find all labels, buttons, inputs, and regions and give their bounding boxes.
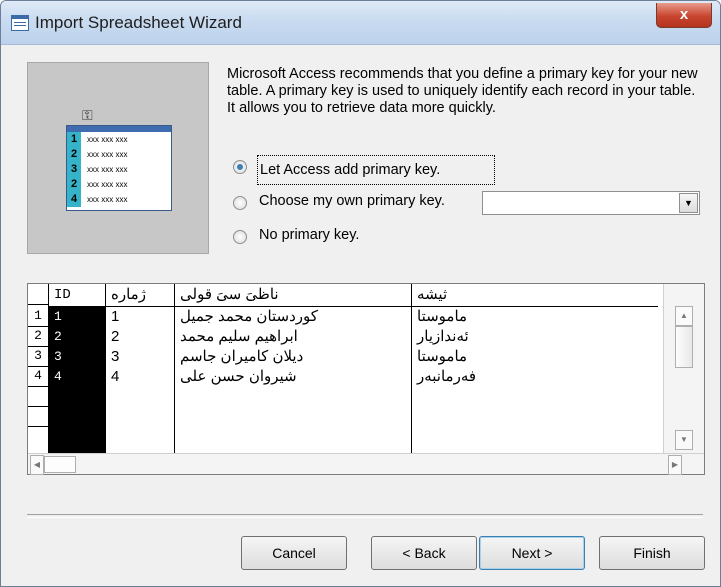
table-cell: ئەندازیار: [417, 328, 469, 345]
primary-key-illustration: ⚿ 1 xxx xxx xxx 2 xxx xxx xxx 3 xxx xxx xxx…: [27, 62, 209, 254]
table-cell: شیروان حسن علی: [180, 368, 297, 385]
table-icon: [11, 15, 29, 31]
table-cell: 4: [111, 368, 120, 385]
table-cell: 3: [111, 348, 120, 365]
table-cell: 3: [54, 349, 62, 364]
radio-no-key[interactable]: [233, 230, 247, 244]
title-bar: Import Spreadsheet Wizard x: [1, 1, 720, 45]
column-header-id[interactable]: ID: [49, 284, 105, 307]
choose-own-label[interactable]: Choose my own primary key.: [259, 193, 445, 209]
chevron-down-icon[interactable]: ▼: [679, 193, 698, 213]
table-cell: فەرمانبەر: [417, 368, 477, 385]
illustration-row-text: xxx xxx xxx: [87, 165, 128, 174]
horizontal-scroll-thumb[interactable]: [44, 456, 76, 473]
wizard-body: ⚿ 1 xxx xxx xxx 2 xxx xxx xxx 3 xxx xxx xxx…: [9, 45, 712, 578]
table-cell: 2: [111, 328, 120, 345]
illustration-row-text: xxx xxx xxx: [87, 195, 128, 204]
table-cell: کوردستان محمد جمیل: [180, 308, 318, 325]
column-zhmara[interactable]: ژمارە 1 2 3 4: [106, 284, 175, 454]
illustration-row-text: xxx xxx xxx: [87, 150, 128, 159]
column-header-zhmara[interactable]: ژمارە: [106, 284, 174, 307]
row-header[interactable]: 1: [28, 306, 48, 327]
row-header[interactable]: [28, 386, 48, 407]
scroll-up-icon[interactable]: ▲: [675, 306, 693, 326]
table-cell: 1: [111, 308, 120, 325]
next-button[interactable]: Next >: [479, 536, 585, 570]
row-header[interactable]: 3: [28, 346, 48, 367]
row-header[interactable]: [28, 406, 48, 427]
column-pisha[interactable]: ثیشە ماموستا ئەندازیار ماموستا فەرمانبەر: [412, 284, 658, 454]
row-header[interactable]: 4: [28, 366, 48, 387]
illustration-row-text: xxx xxx xxx: [87, 135, 128, 144]
column-name[interactable]: ناظیَ سیَ قولی کوردستان محمد جمیل ابراهی…: [175, 284, 412, 454]
import-spreadsheet-wizard-window: Import Spreadsheet Wizard x ⚿ 1 xxx xxx x…: [0, 0, 721, 587]
row-header[interactable]: 2: [28, 326, 48, 347]
separator: [27, 514, 703, 518]
key-icon: ⚿: [82, 107, 93, 123]
table-cell: 2: [54, 329, 62, 344]
vertical-scroll-thumb[interactable]: [675, 326, 693, 368]
table-cell: ماموستا: [417, 308, 468, 325]
no-key-label[interactable]: No primary key.: [259, 227, 359, 243]
column-header-pisha[interactable]: ثیشە: [412, 284, 658, 307]
scroll-left-icon[interactable]: ◀: [30, 455, 44, 475]
scroll-right-icon[interactable]: ▶: [668, 455, 682, 475]
back-button[interactable]: < Back: [371, 536, 477, 570]
illustration-row-number: 1: [67, 132, 81, 147]
table-cell: دیلان کامیران جاسم: [180, 348, 304, 365]
primary-key-combo[interactable]: ▼: [482, 191, 700, 215]
finish-button[interactable]: Finish: [599, 536, 705, 570]
illustration-table: 1 xxx xxx xxx 2 xxx xxx xxx 3 xxx xxx xxx 2…: [66, 125, 172, 211]
illustration-row-number: 2: [67, 177, 81, 192]
let-access-label[interactable]: Let Access add primary key.: [257, 155, 495, 185]
scroll-down-icon[interactable]: ▼: [675, 430, 693, 450]
vertical-scrollbar[interactable]: ▲ ▼: [663, 284, 704, 454]
data-preview-grid[interactable]: 1 2 3 4 ID 1 2 3 4 ژمارە 1 2 3 4 ناظیَ س…: [27, 283, 705, 475]
radio-let-access[interactable]: [233, 160, 247, 174]
illustration-row-number: 4: [67, 192, 81, 207]
table-cell: ابراهیم سلیم محمد: [180, 328, 298, 345]
table-cell: 1: [54, 309, 62, 324]
description-text: Microsoft Access recommends that you def…: [227, 66, 698, 116]
column-id[interactable]: ID 1 2 3 4: [49, 284, 106, 454]
close-button[interactable]: x: [656, 3, 712, 28]
radio-choose-own[interactable]: [233, 196, 247, 210]
illustration-row-text: xxx xxx xxx: [87, 180, 128, 189]
table-cell: ماموستا: [417, 348, 468, 365]
illustration-row-number: 2: [67, 147, 81, 162]
table-cell: 4: [54, 369, 62, 384]
column-header-name[interactable]: ناظیَ سیَ قولی: [175, 284, 411, 307]
horizontal-scrollbar[interactable]: ◀ ▶: [28, 453, 704, 475]
row-header-column: 1 2 3 4: [28, 284, 49, 454]
window-title: Import Spreadsheet Wizard: [35, 13, 242, 32]
cancel-button[interactable]: Cancel: [241, 536, 347, 570]
illustration-row-number: 3: [67, 162, 81, 177]
